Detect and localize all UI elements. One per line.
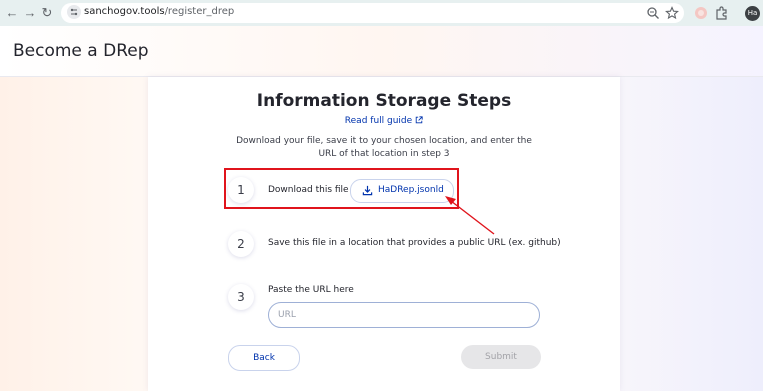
url-text: sanchogov.tools/register_drep: [84, 6, 235, 17]
extension-icon[interactable]: [693, 5, 709, 21]
card-title: Information Storage Steps: [256, 91, 512, 111]
extensions-puzzle-icon[interactable]: [714, 5, 730, 21]
external-link-icon: [415, 116, 423, 124]
instructions-text: Download your file, save it to your chos…: [236, 136, 532, 159]
zoom-icon[interactable]: [646, 6, 660, 20]
annotation-highlight-box: [224, 168, 459, 209]
storage-steps-card: Information Storage Steps Read full guid…: [148, 77, 620, 391]
back-arrow-icon[interactable]: ←: [4, 5, 20, 21]
site-settings-icon[interactable]: [67, 5, 81, 19]
back-button[interactable]: Back: [228, 345, 300, 371]
forward-arrow-icon[interactable]: →: [22, 5, 38, 21]
reload-icon[interactable]: ↻: [39, 5, 55, 21]
read-full-guide-link[interactable]: Read full guide: [148, 116, 620, 126]
url-input[interactable]: [268, 302, 540, 328]
page-title: Become a DRep: [13, 41, 149, 61]
step-2-label: Save this file in a location that provid…: [268, 238, 561, 248]
step-3-number: 3: [228, 284, 254, 310]
page-header: Become a DRep: [0, 26, 763, 77]
guide-link-label: Read full guide: [344, 116, 413, 126]
browser-toolbar: ← → ↻ sanchogov.tools/register_drep Ha: [0, 0, 763, 27]
submit-button[interactable]: Submit: [461, 345, 541, 369]
address-bar[interactable]: sanchogov.tools/register_drep: [61, 3, 684, 23]
step-2-number: 2: [228, 231, 254, 257]
bookmark-star-icon[interactable]: [665, 6, 679, 20]
profile-avatar[interactable]: Ha: [745, 6, 760, 21]
step-3-label: Paste the URL here: [268, 285, 354, 295]
